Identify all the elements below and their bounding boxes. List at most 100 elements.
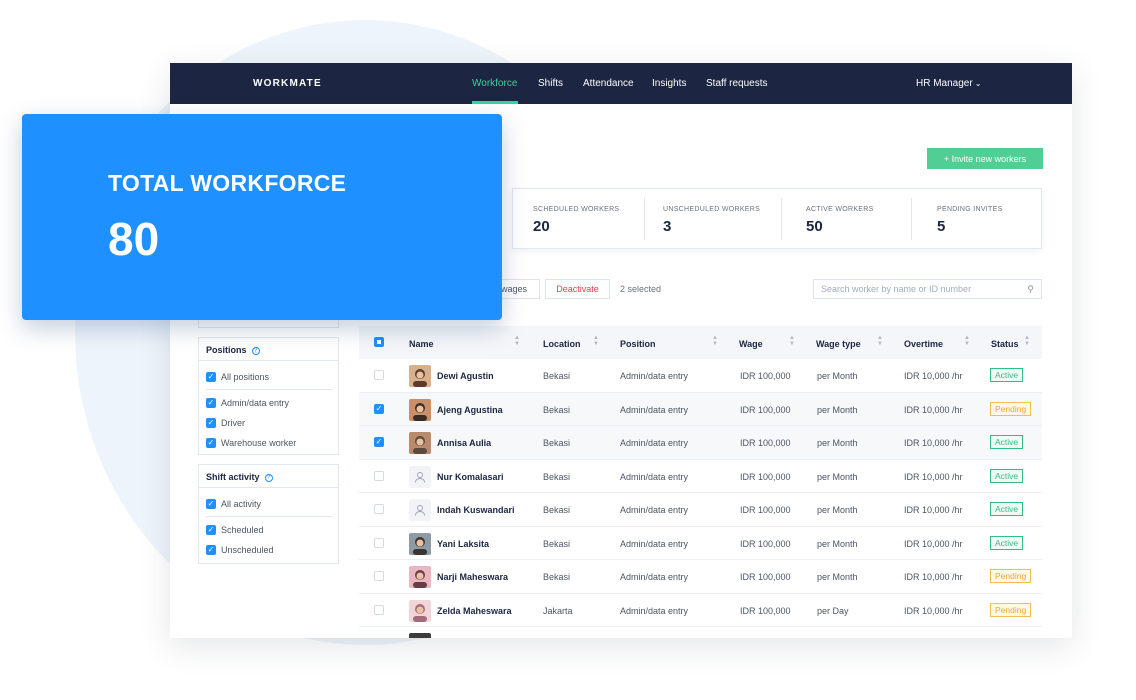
filter-option-scheduled[interactable]: ✓ Scheduled <box>206 525 264 535</box>
checkbox-checked-icon[interactable]: ✓ <box>206 525 216 535</box>
worker-wage-type: per Month <box>817 538 858 549</box>
worker-overtime: IDR 10,000 /hr <box>904 605 963 616</box>
worker-wage-type: per Day <box>817 605 849 616</box>
worker-wage-type: per Month <box>817 572 858 582</box>
checkbox-checked-icon[interactable]: ✓ <box>206 545 216 555</box>
deactivate-label: Deactivate <box>556 284 599 294</box>
sort-icon[interactable]: ▲ ▼ <box>593 335 599 347</box>
filter-option-driver[interactable]: ✓ Driver <box>206 418 245 428</box>
column-header-location[interactable]: Location <box>543 339 581 349</box>
select-all-checkbox[interactable] <box>374 337 384 347</box>
stat-label: PENDING INVITES <box>937 206 1003 213</box>
sort-icon[interactable]: ▲ ▼ <box>514 335 520 347</box>
column-header-status[interactable]: Status <box>991 339 1019 349</box>
nav-shifts[interactable]: Shifts <box>538 78 563 89</box>
worker-location: Bekasi <box>543 438 571 448</box>
worker-wage-type: per Month <box>817 471 858 482</box>
filter-option-unscheduled[interactable]: ✓ Unscheduled <box>206 545 274 555</box>
checkbox-checked-icon[interactable]: ✓ <box>206 438 216 448</box>
checkbox-checked-icon[interactable]: ✓ <box>206 499 216 509</box>
stat-value: 3 <box>663 218 672 235</box>
worker-overtime: IDR 10,000 /hr <box>904 471 963 482</box>
worker-name[interactable]: Yani Laksita <box>437 539 489 549</box>
user-role-menu[interactable]: HR Manager ⌄ <box>916 78 981 89</box>
checkbox-checked-icon[interactable]: ✓ <box>206 372 216 382</box>
worker-overtime: IDR 10,000 /hr <box>904 505 963 515</box>
nav-workforce[interactable]: Workforce <box>472 78 517 89</box>
filter-option-admin[interactable]: ✓ Admin/data entry <box>206 398 289 408</box>
worker-overtime: IDR 10,000 /hr <box>904 538 963 549</box>
nav-insights[interactable]: Insights <box>652 78 686 89</box>
sort-icon[interactable]: ▲ ▼ <box>877 335 883 347</box>
row-checkbox[interactable] <box>374 504 384 514</box>
table-row[interactable]: Dewi Agustin Bekasi Admin/data entry IDR 10… <box>359 359 1042 393</box>
table-row[interactable]: ✓ Annisa Aulia Bekasi Admin/data entry IDR 1… <box>359 426 1042 460</box>
worker-name[interactable]: Annisa Aulia <box>437 438 491 448</box>
row-checkbox[interactable]: ✓ <box>374 437 384 447</box>
worker-overtime: IDR 10,000 /hr <box>904 572 963 582</box>
filter-option-all-activity[interactable]: ✓ All activity <box>206 499 261 509</box>
sort-icon[interactable]: ▲ ▼ <box>1024 335 1030 347</box>
total-workforce-card: TOTAL WORKFORCE 80 <box>22 114 502 320</box>
row-checkbox[interactable] <box>374 470 384 481</box>
sort-icon[interactable]: ▲ ▼ <box>789 335 795 347</box>
row-checkbox[interactable] <box>374 571 384 581</box>
column-header-overtime[interactable]: Overtime <box>904 339 943 349</box>
deactivate-button[interactable]: Deactivate <box>545 279 610 299</box>
divider <box>644 198 645 240</box>
search-icon[interactable]: ⚲ <box>1027 284 1034 295</box>
worker-wage-type: per Month <box>817 404 858 415</box>
avatar <box>409 432 431 454</box>
worker-name[interactable]: Dewi Agustin <box>437 371 494 381</box>
divider <box>911 198 912 240</box>
help-icon[interactable]: ? <box>251 346 260 355</box>
row-checkbox[interactable] <box>374 370 384 380</box>
column-header-position[interactable]: Position <box>620 339 656 349</box>
worker-wage: IDR 100,000 <box>740 605 791 616</box>
column-header-wage-type[interactable]: Wage type <box>816 339 861 349</box>
worker-name[interactable]: Nur Komalasari <box>437 472 504 482</box>
row-checkbox[interactable] <box>374 604 384 615</box>
worker-name[interactable]: Ajeng Agustina <box>437 405 503 415</box>
option-label: Scheduled <box>221 525 264 535</box>
sort-icon[interactable]: ▲ ▼ <box>712 335 718 347</box>
option-label: Unscheduled <box>221 545 274 555</box>
table-row[interactable]: ✓ Ajeng Agustina Bekasi Admin/data entry IDR… <box>359 392 1042 426</box>
table-row[interactable]: Zelda Maheswara Jakarta Admin/data entry ID… <box>359 593 1042 627</box>
total-workforce-value: 80 <box>108 213 160 265</box>
worker-name[interactable]: Zelda Maheswara <box>437 606 512 616</box>
nav-attendance[interactable]: Attendance <box>583 78 634 89</box>
nav-staff-requests[interactable]: Staff requests <box>706 78 768 89</box>
checkbox-checked-icon[interactable]: ✓ <box>206 398 216 408</box>
column-header-wage[interactable]: Wage <box>739 339 763 349</box>
checkbox-checked-icon[interactable]: ✓ <box>206 418 216 428</box>
worker-name[interactable]: Indah Kuswandari <box>437 505 515 515</box>
help-icon[interactable]: ? <box>264 473 273 482</box>
search-input[interactable]: Search worker by name or ID number ⚲ <box>813 279 1042 299</box>
sort-icon[interactable]: ▲ ▼ <box>964 335 970 347</box>
status-badge: Active <box>990 468 1024 483</box>
worker-position: Admin/data entry <box>620 471 689 482</box>
app-logo[interactable]: WORKMATE <box>253 78 322 89</box>
table-row[interactable]: Nur Komalasari Bekasi Admin/data entry IDR … <box>359 459 1042 493</box>
invite-workers-button[interactable]: + Invite new workers <box>927 148 1043 169</box>
table-row[interactable]: Narji Maheswara Bekasi Admin/data entry IDR… <box>359 560 1042 594</box>
worker-wage: IDR 100,000 <box>740 505 791 515</box>
row-checkbox[interactable] <box>374 537 384 548</box>
worker-location: Jakarta <box>543 605 573 616</box>
worker-wage: IDR 100,000 <box>740 538 791 549</box>
table-row[interactable]: Indah Kuswandari Bekasi Admin/data entry ID… <box>359 493 1042 527</box>
column-header-name[interactable]: Name <box>409 339 434 349</box>
worker-name[interactable]: Narji Maheswara <box>437 572 508 582</box>
status-badge: Active <box>990 502 1024 516</box>
selected-count: 2 selected <box>620 284 662 294</box>
option-label: Admin/data entry <box>221 398 290 408</box>
filter-option-all-positions[interactable]: ✓ All positions <box>206 372 269 382</box>
stat-value: 20 <box>533 218 550 235</box>
worker-overtime: IDR 10,000 /hr <box>904 438 963 448</box>
wages-label: wages <box>501 284 528 294</box>
table-row[interactable]: Yani Laksita Bekasi Admin/data entry IDR 10… <box>359 526 1042 560</box>
filter-option-warehouse[interactable]: ✓ Warehouse worker <box>206 438 296 448</box>
row-checkbox[interactable]: ✓ <box>374 403 384 414</box>
worker-location: Bekasi <box>543 371 571 381</box>
